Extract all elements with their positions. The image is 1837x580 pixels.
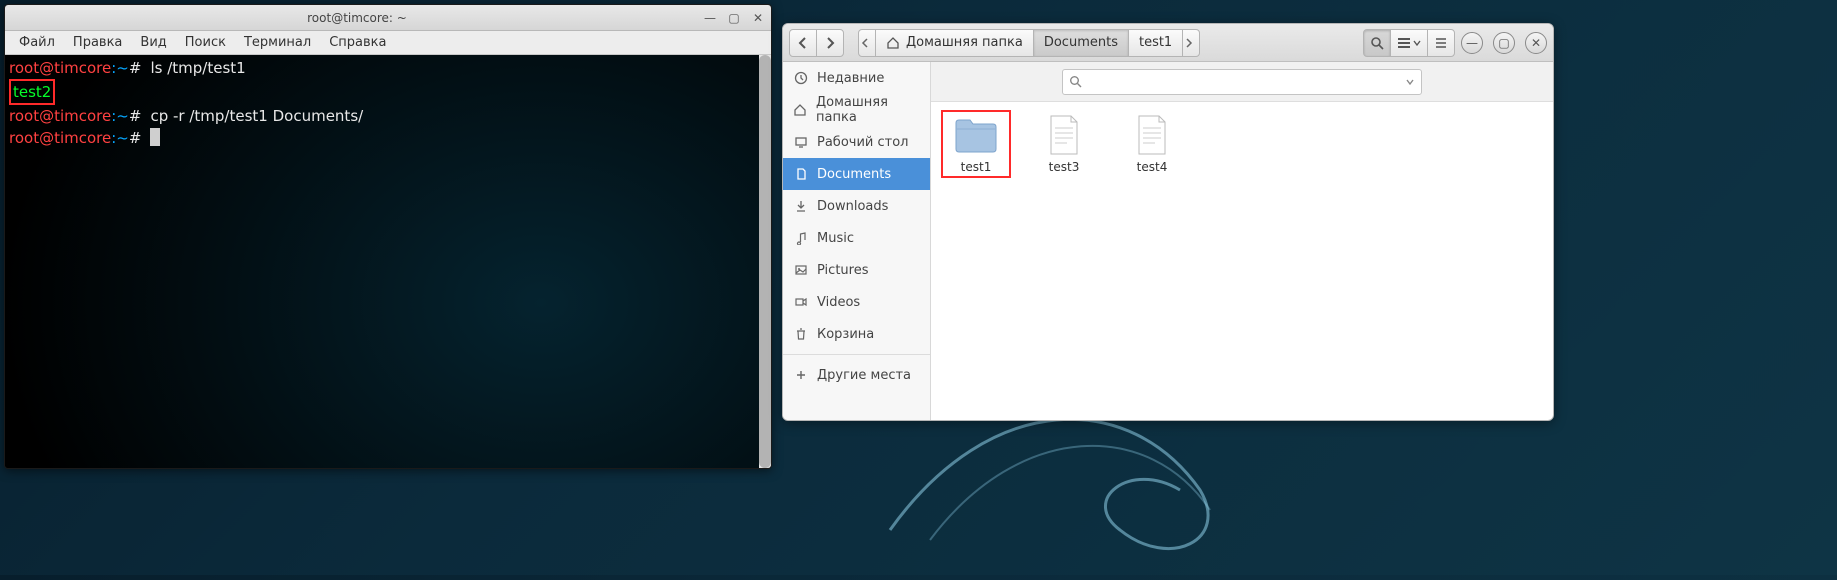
menu-terminal[interactable]: Терминал xyxy=(236,33,319,52)
file-item-label: test3 xyxy=(1049,160,1080,174)
sidebar-item-label: Pictures xyxy=(817,263,868,278)
sidebar-item-label: Documents xyxy=(817,167,891,182)
document-icon xyxy=(793,167,808,182)
minimize-icon[interactable]: — xyxy=(703,11,717,25)
highlight-box: test2 xyxy=(9,79,55,105)
menu-help[interactable]: Справка xyxy=(321,33,394,52)
menu-view[interactable]: Вид xyxy=(132,33,174,52)
pathbar-test1-label: test1 xyxy=(1139,35,1172,50)
sidebar-item-label: Недавние xyxy=(817,71,884,86)
close-icon[interactable]: ✕ xyxy=(751,11,765,25)
desktop-icon xyxy=(793,135,808,150)
nav-back-button[interactable] xyxy=(789,29,817,57)
search-icon xyxy=(1370,36,1384,50)
search-button[interactable] xyxy=(1363,29,1391,57)
sidebar-item-label: Другие места xyxy=(817,368,911,383)
chevron-down-icon xyxy=(1413,39,1421,47)
sidebar-item-label: Music xyxy=(817,231,854,246)
file-item-label: test4 xyxy=(1137,160,1168,174)
view-list-button[interactable] xyxy=(1390,29,1428,57)
file-item-folder-test1[interactable]: test1 xyxy=(945,114,1007,174)
file-icon xyxy=(1128,114,1176,156)
menu-file[interactable]: Файл xyxy=(11,33,63,52)
file-manager-searchbar xyxy=(931,62,1553,102)
pathbar-home[interactable]: Домашняя папка xyxy=(875,29,1034,57)
hamburger-icon xyxy=(1434,36,1448,50)
file-manager-toolbar: Домашняя папка Documents test1 xyxy=(783,24,1553,62)
plus-icon xyxy=(793,368,808,383)
terminal-menubar: Файл Правка Вид Поиск Терминал Справка xyxy=(5,31,771,55)
sidebar-item-trash[interactable]: Корзина xyxy=(783,318,930,350)
sidebar-separator xyxy=(783,354,930,355)
file-item-test4[interactable]: test4 xyxy=(1121,114,1183,174)
search-input-container[interactable] xyxy=(1062,69,1422,95)
pathbar-documents[interactable]: Documents xyxy=(1033,29,1129,57)
prompt-sym1: # xyxy=(129,59,142,77)
home-icon xyxy=(886,36,900,50)
nav-forward-button[interactable] xyxy=(816,29,844,57)
folder-icon xyxy=(952,114,1000,156)
sidebar-item-label: Домашняя папка xyxy=(816,95,920,125)
sidebar-item-videos[interactable]: Videos xyxy=(783,286,930,318)
menu-search[interactable]: Поиск xyxy=(177,33,234,52)
pictures-icon xyxy=(793,263,808,278)
file-manager-window: Домашняя папка Documents test1 xyxy=(782,23,1554,421)
hamburger-menu-button[interactable] xyxy=(1427,29,1455,57)
maximize-icon[interactable]: ▢ xyxy=(727,11,741,25)
sidebar-item-music[interactable]: Music xyxy=(783,222,930,254)
pathbar: Домашняя папка Documents test1 xyxy=(858,29,1349,57)
videos-icon xyxy=(793,295,808,310)
file-manager-sidebar: Недавние Домашняя папка Рабочий стол Doc… xyxy=(783,62,931,420)
sidebar-item-label: Рабочий стол xyxy=(817,135,908,150)
cmd-line-2: cp -r /tmp/test1 Documents/ xyxy=(150,107,363,125)
file-icon xyxy=(1040,114,1088,156)
window-minimize-button[interactable]: — xyxy=(1461,32,1483,54)
list-view-icon xyxy=(1397,36,1411,50)
prompt-user: root@timcore xyxy=(9,59,111,77)
terminal-window: root@timcore: ~ — ▢ ✕ Файл Правка Вид По… xyxy=(4,4,772,469)
trash-icon xyxy=(793,327,808,342)
file-item-test3[interactable]: test3 xyxy=(1033,114,1095,174)
terminal-cursor xyxy=(150,128,160,146)
sidebar-item-home[interactable]: Домашняя папка xyxy=(783,94,930,126)
sidebar-item-other-places[interactable]: Другие места xyxy=(783,359,930,391)
pathbar-documents-label: Documents xyxy=(1044,35,1118,50)
sidebar-item-downloads[interactable]: Downloads xyxy=(783,190,930,222)
clock-icon xyxy=(793,71,808,86)
pathbar-test1[interactable]: test1 xyxy=(1128,29,1183,57)
home-icon xyxy=(793,103,807,118)
file-manager-content[interactable]: test1 test3 test4 xyxy=(931,102,1553,420)
terminal-titlebar[interactable]: root@timcore: ~ — ▢ ✕ xyxy=(5,5,771,31)
sidebar-item-desktop[interactable]: Рабочий стол xyxy=(783,126,930,158)
prompt-path: ~ xyxy=(116,59,129,77)
window-close-button[interactable]: ✕ xyxy=(1525,32,1547,54)
music-icon xyxy=(793,231,808,246)
pathbar-home-label: Домашняя папка xyxy=(906,35,1023,50)
sidebar-item-documents[interactable]: Documents xyxy=(783,158,930,190)
sidebar-item-recent[interactable]: Недавние xyxy=(783,62,930,94)
sidebar-item-label: Videos xyxy=(817,295,860,310)
sidebar-item-label: Корзина xyxy=(817,327,874,342)
search-input[interactable] xyxy=(1088,74,1399,89)
pathbar-next-button[interactable] xyxy=(1182,29,1200,57)
download-icon xyxy=(793,199,808,214)
terminal-body[interactable]: root@timcore:~# ls /tmp/test1 test2 root… xyxy=(5,55,771,468)
prompt-user2: root@timcore xyxy=(9,107,111,125)
sidebar-item-label: Downloads xyxy=(817,199,888,214)
pathbar-prev-button[interactable] xyxy=(858,29,876,57)
window-maximize-button[interactable]: ▢ xyxy=(1493,32,1515,54)
menu-edit[interactable]: Правка xyxy=(65,33,130,52)
cmd-line-1: ls /tmp/test1 xyxy=(150,59,245,77)
search-icon xyxy=(1069,75,1082,88)
chevron-down-icon[interactable] xyxy=(1405,77,1415,87)
prompt-user3: root@timcore xyxy=(9,129,111,147)
terminal-title: root@timcore: ~ xyxy=(11,11,703,25)
sidebar-item-pictures[interactable]: Pictures xyxy=(783,254,930,286)
terminal-scrollbar[interactable] xyxy=(759,55,771,468)
file-item-label: test1 xyxy=(961,160,992,174)
output-line-1: test2 xyxy=(13,83,51,101)
